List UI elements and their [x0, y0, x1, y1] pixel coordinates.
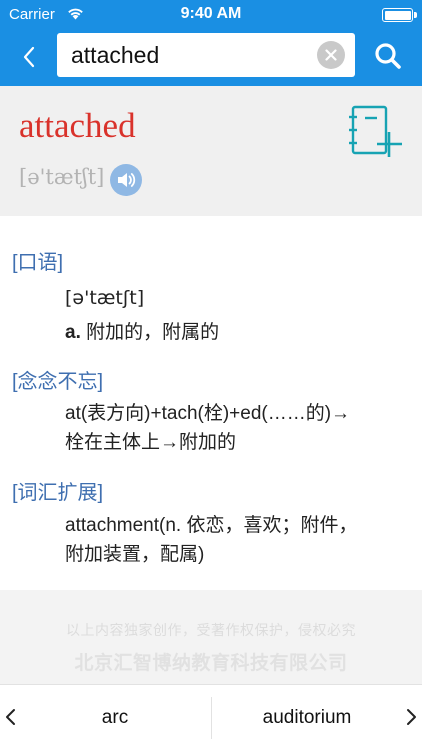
definition-text: 附加的，附属的 [80, 322, 220, 343]
part-of-speech: a. [65, 322, 81, 343]
clear-icon [325, 49, 337, 61]
vocab-line-2: 附加装置，配属) [65, 544, 205, 565]
search-box [57, 33, 355, 77]
previous-word-button[interactable]: arc [20, 685, 210, 750]
battery-tip [414, 12, 417, 18]
clear-search-button[interactable] [317, 41, 345, 69]
notebook-add-icon[interactable] [346, 104, 404, 160]
spoken-definition: a. 附加的，附属的 [65, 317, 219, 344]
headword: attached [19, 106, 136, 145]
copyright-line-1: 以上内容独家创作，受著作权保护，侵权必究 [66, 622, 356, 638]
speaker-icon [118, 173, 136, 187]
spoken-phonetic: [ə'tætʃt] [65, 287, 145, 309]
word-navigation-bar: arc auditorium [0, 684, 422, 750]
section-title-mnemonic: [念念不忘] [12, 371, 104, 393]
pronounce-button[interactable] [110, 164, 142, 196]
status-bar: Carrier 9:40 AM [0, 0, 422, 30]
definition-content: [口语] [ə'tætʃt] a. 附加的，附属的 [念念不忘] at(表方向)… [0, 216, 422, 590]
headword-panel: attached [ə'tætʃt] [0, 86, 422, 216]
search-button[interactable] [370, 38, 406, 74]
search-icon [375, 43, 401, 69]
section-title-spoken: [口语] [12, 252, 64, 274]
copyright-company: 北京汇智博纳教育科技有限公司 [74, 653, 348, 674]
section-title-vocab-expansion: [词汇扩展] [12, 482, 104, 504]
mnemonic-line-2: 栓在主体上→附加的 [65, 432, 237, 453]
next-word-button[interactable]: auditorium [212, 685, 402, 750]
chevron-left-icon [23, 46, 35, 68]
mnemonic-line-1: at(表方向)+tach(栓)+ed(……的)→ [65, 403, 351, 424]
top-bar: Carrier 9:40 AM [0, 0, 422, 86]
status-time: 9:40 AM [180, 5, 242, 22]
chevron-right-icon[interactable] [402, 705, 420, 729]
headword-phonetic: [ə'tætʃt] [19, 165, 105, 189]
vocab-line-1: attachment(n. 依恋，喜欢；附件， [65, 515, 358, 536]
copyright-notice: 以上内容独家创作，受著作权保护，侵权必究 北京汇智博纳教育科技有限公司 [0, 590, 422, 684]
chevron-left-icon[interactable] [2, 705, 20, 729]
back-button[interactable] [12, 40, 46, 74]
battery-icon [382, 8, 413, 22]
search-input[interactable] [71, 39, 311, 71]
